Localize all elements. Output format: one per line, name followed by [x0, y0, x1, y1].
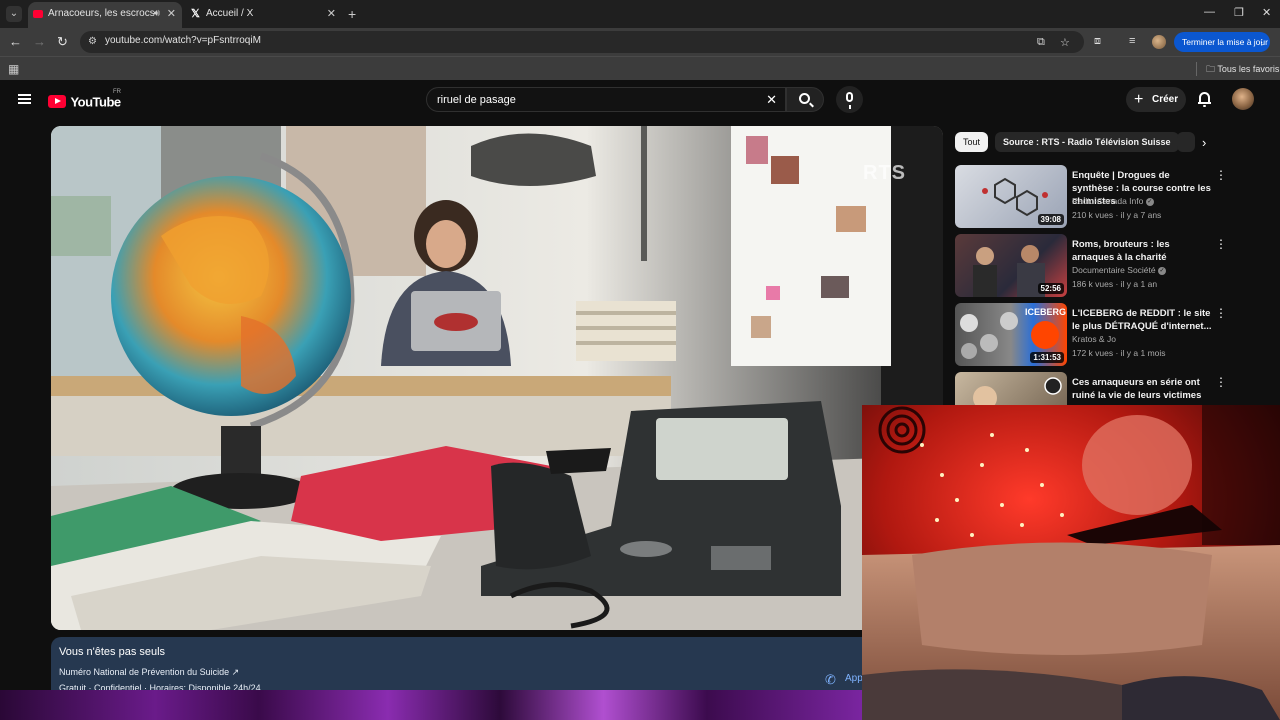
profile-avatar[interactable]	[1152, 35, 1166, 49]
install-icon[interactable]: ⧉	[1037, 36, 1045, 49]
tab-search-icon[interactable]: ⌄	[6, 6, 22, 22]
video-frame	[51, 126, 943, 630]
youtube-play-icon	[48, 95, 66, 109]
more-vert-icon[interactable]: ⋮	[1215, 306, 1227, 320]
close-icon[interactable]: ✕	[327, 2, 336, 26]
youtube-wordmark: YouTube	[70, 94, 121, 110]
chevron-right-icon[interactable]: ›	[1202, 135, 1206, 150]
youtube-favicon-icon	[33, 10, 43, 18]
channel-name: Radio-Canada Info ✓	[1072, 196, 1154, 206]
tab-title: Accueil / X	[206, 8, 254, 19]
video-thumbnail[interactable]: 52:56	[955, 234, 1067, 297]
address-bar[interactable]: ⚙ youtube.com/watch?v=pFsntrroqiM ⧉ ☆	[80, 31, 1084, 53]
bookmarks-folder-label: Tous les favoris	[1217, 64, 1280, 74]
suggestion-item[interactable]: 39:08 Enquête | Drogues de synthèse : la…	[955, 165, 1275, 229]
close-icon[interactable]: ✕	[167, 2, 176, 26]
chip-all[interactable]: Tout	[955, 132, 989, 152]
crisis-hotline-link[interactable]: Numéro National de Prévention du Suicide…	[59, 667, 239, 678]
media-icon[interactable]: ≡	[1129, 35, 1135, 47]
channel-label[interactable]: Documentaire Société	[1072, 265, 1156, 275]
tab-youtube-video[interactable]: Arnacoeurs, les escrocs de l'a 🔊︎ ✕	[28, 2, 182, 28]
channel-label[interactable]: Radio-Canada Info	[1072, 196, 1143, 206]
more-vert-icon[interactable]: ⋮	[1258, 32, 1267, 52]
channel-name: Documentaire Société ✓	[1072, 265, 1167, 275]
bookmarks-divider	[1196, 62, 1197, 76]
speaker-icon[interactable]: 🔊︎	[154, 2, 160, 26]
update-button[interactable]: Terminer la mise à jour ⋮	[1174, 32, 1270, 52]
create-button[interactable]: + Créer	[1126, 87, 1186, 112]
country-code: FR	[113, 89, 121, 95]
menu-icon[interactable]	[18, 94, 31, 104]
clear-icon[interactable]: ✕	[766, 92, 777, 108]
update-label: Terminer la mise à jour	[1182, 37, 1268, 47]
channel-label[interactable]: Kratos & Jo	[1072, 334, 1116, 344]
plus-icon: +	[1134, 91, 1144, 108]
more-vert-icon[interactable]: ⋮	[1215, 375, 1227, 389]
search-input[interactable]: riruel de pasage ✕	[426, 87, 786, 112]
video-player[interactable]: RTS	[51, 126, 943, 630]
watch-later-icon	[1044, 377, 1062, 395]
x-favicon-icon: 𝕏	[191, 8, 200, 20]
crisis-title: Vous n'êtes pas seuls	[59, 646, 166, 658]
purple-overlay-strip	[0, 690, 862, 720]
video-meta: 172 k vues · il y a 1 mois	[1072, 348, 1166, 358]
video-title[interactable]: Ces arnaqueurs en série ont ruiné la vie…	[1072, 376, 1212, 402]
forward-icon[interactable]: →	[33, 34, 46, 50]
voice-search-button[interactable]	[836, 86, 863, 113]
suggestion-item[interactable]: 52:56 Roms, brouteurs : les arnaques à l…	[955, 234, 1275, 298]
webcam-overlay	[862, 405, 1280, 720]
video-meta: 210 k vues · il y a 7 ans	[1072, 210, 1162, 220]
minimize-icon[interactable]: —	[1204, 6, 1215, 18]
video-duration: 1:31:53	[1030, 352, 1064, 363]
video-title[interactable]: Roms, brouteurs : les arnaques à la char…	[1072, 238, 1212, 264]
tab-title: Arnacoeurs, les escrocs de l'a	[48, 8, 156, 19]
verified-icon: ✓	[1158, 266, 1167, 275]
video-thumbnail[interactable]: ICEBERG 1:31:53	[955, 303, 1067, 366]
reload-icon[interactable]: ↻	[57, 34, 68, 50]
bell-icon[interactable]	[1198, 92, 1211, 107]
create-label: Créer	[1152, 94, 1179, 105]
tab-x-home[interactable]: 𝕏 Accueil / X ✕	[186, 2, 342, 28]
new-tab-icon[interactable]: +	[348, 6, 356, 22]
video-meta: 186 k vues · il y a 1 an	[1072, 279, 1158, 289]
phone-icon[interactable]: ✆	[825, 672, 836, 688]
back-icon[interactable]: ←	[9, 34, 22, 50]
folder-icon: 🗀︎	[1206, 64, 1216, 74]
search-button[interactable]	[786, 87, 824, 112]
star-icon[interactable]: ☆	[1060, 36, 1070, 49]
svg-text:ICEBERG: ICEBERG	[1025, 307, 1066, 317]
video-thumbnail[interactable]: 39:08	[955, 165, 1067, 228]
restore-icon[interactable]: ❐	[1234, 6, 1244, 19]
verified-icon: ✓	[1145, 197, 1154, 206]
webcam-feed	[862, 405, 1280, 720]
mic-icon	[846, 92, 853, 109]
youtube-logo[interactable]: YouTube FR	[48, 89, 121, 111]
rts-watermark: RTS	[863, 162, 906, 184]
url-text[interactable]: youtube.com/watch?v=pFsntrroqiM	[105, 35, 261, 46]
extensions-icon[interactable]: ⧈	[1094, 35, 1101, 48]
browser-toolbar: ← → ↻ ⚙ youtube.com/watch?v=pFsntrroqiM …	[0, 28, 1280, 56]
video-duration: 39:08	[1037, 214, 1064, 225]
all-bookmarks-folder[interactable]: 🗀︎ Tous les favoris	[1206, 62, 1279, 78]
video-title[interactable]: L'ICEBERG de REDDIT : le site le plus DÉ…	[1072, 307, 1212, 333]
more-vert-icon[interactable]: ⋮	[1215, 168, 1227, 182]
video-duration: 52:56	[1037, 283, 1064, 294]
more-vert-icon[interactable]: ⋮	[1215, 237, 1227, 251]
suggestion-item[interactable]: ICEBERG 1:31:53 L'ICEBERG de REDDIT : le…	[955, 303, 1275, 367]
site-info-icon[interactable]: ⚙	[88, 36, 97, 47]
chip-partial[interactable]	[1177, 132, 1195, 152]
search-icon	[799, 93, 810, 104]
tab-strip: ⌄ Arnacoeurs, les escrocs de l'a 🔊︎ ✕ 𝕏 …	[0, 0, 1280, 28]
chip-source-rts[interactable]: Source : RTS - Radio Télévision Suisse	[995, 132, 1179, 152]
channel-name: Kratos & Jo	[1072, 334, 1116, 344]
window-close-icon[interactable]: ✕	[1262, 6, 1271, 19]
search-query[interactable]: riruel de pasage	[437, 94, 516, 106]
avatar[interactable]	[1232, 88, 1254, 110]
bookmarks-bar: ▦ 🗀︎ Tous les favoris	[0, 56, 1280, 80]
apps-icon[interactable]: ▦	[8, 62, 19, 76]
